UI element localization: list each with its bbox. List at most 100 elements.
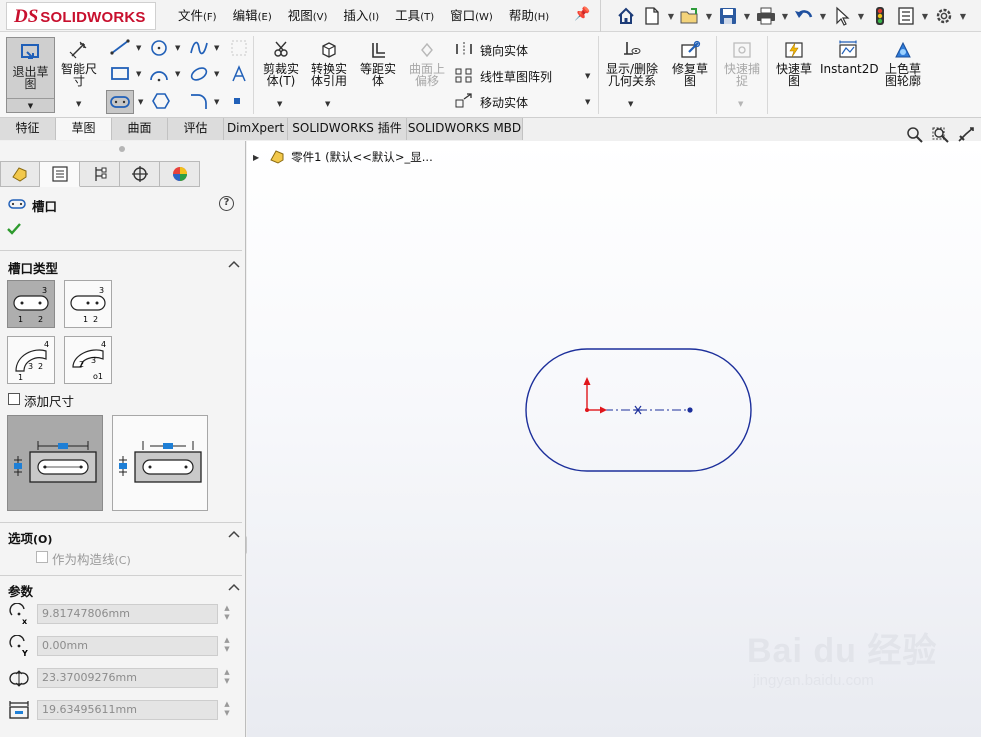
arc-dropdown-icon[interactable]: ▼ <box>175 70 180 78</box>
slot-dropdown-icon[interactable]: ▼ <box>138 98 143 106</box>
smart-dimension-dropdown-icon[interactable]: ▼ <box>76 100 81 108</box>
print-icon[interactable] <box>755 5 777 27</box>
polygon-tool-icon[interactable] <box>150 91 172 114</box>
repair-sketch-button[interactable]: 修复草图 <box>668 40 712 87</box>
graphics-area[interactable]: ▶ 零件1 (默认<<默认>_显... Bai du 经验 jingyan.ba… <box>247 127 981 737</box>
rapid-sketch-button[interactable]: 快速草图 <box>772 40 816 87</box>
configuration-manager-tab[interactable] <box>80 161 120 187</box>
tab-dimxpert[interactable]: DimXpert <box>224 118 288 140</box>
origin-point[interactable] <box>585 408 589 412</box>
move-entities-label[interactable]: 移动实体 <box>480 94 528 111</box>
print-dropdown-icon[interactable]: ▼ <box>781 12 789 21</box>
new-document-icon[interactable] <box>641 5 663 27</box>
open-folder-icon[interactable] <box>679 5 701 27</box>
trim-dropdown-icon[interactable]: ▼ <box>277 100 282 108</box>
tab-solidworks-addins[interactable]: SOLIDWORKS 插件 <box>288 118 407 140</box>
rectangle-dropdown-icon[interactable]: ▼ <box>136 70 141 78</box>
shaded-sketch-contours-button[interactable]: 上色草 图轮廓 <box>880 40 926 87</box>
straight-slot-button[interactable]: 1 2 3 <box>7 280 55 328</box>
spline-dropdown-icon[interactable]: ▼ <box>214 44 219 52</box>
linear-pattern-label[interactable]: 线性草图阵列 <box>480 68 552 85</box>
pin-menu-icon[interactable]: 📌 <box>574 7 590 22</box>
collapse-options-icon[interactable] <box>228 530 240 541</box>
center-y-spinner[interactable]: ▲ ▼ <box>221 636 233 656</box>
slot-type-header[interactable]: 槽口类型 <box>8 258 58 277</box>
line-dropdown-icon[interactable]: ▼ <box>136 44 141 52</box>
tab-features[interactable]: 特征 <box>0 118 56 140</box>
menu-edit[interactable]: 编辑(E) <box>225 0 280 32</box>
panel-grip[interactable] <box>119 146 125 152</box>
center-x-spinner[interactable]: ▲ ▼ <box>221 604 233 624</box>
relations-dropdown-icon[interactable]: ▼ <box>628 100 633 108</box>
rebuild-traffic-light-icon[interactable] <box>869 5 891 27</box>
solidworks-logo[interactable]: DS SOLIDWORKS <box>14 6 146 28</box>
new-dropdown-icon[interactable]: ▼ <box>667 12 675 21</box>
center-x-field[interactable]: 9.81747806mm <box>37 604 218 624</box>
exit-sketch-button[interactable]: 退出草图 ▼ <box>6 37 55 113</box>
mirror-entities-icon[interactable] <box>454 41 474 60</box>
offset-entities-button[interactable]: 等距实体 <box>356 40 400 87</box>
parameters-header[interactable]: 参数 <box>8 581 33 600</box>
save-dropdown-icon[interactable]: ▼ <box>743 12 751 21</box>
slot-length-spinner[interactable]: ▲ ▼ <box>221 700 233 720</box>
menu-view[interactable]: 视图(V) <box>280 0 336 32</box>
arc-tool-icon[interactable] <box>148 64 170 87</box>
trim-entities-button[interactable]: 剪裁实 体(T) <box>259 40 303 87</box>
tab-sketch[interactable]: 草图 <box>56 118 112 140</box>
quick-snaps-dropdown-icon[interactable]: ▼ <box>738 100 743 108</box>
tab-evaluate[interactable]: 评估 <box>168 118 224 140</box>
slot-length-field[interactable]: 19.63495611mm <box>37 700 218 720</box>
text-tool-icon[interactable] <box>230 64 248 87</box>
center-y-field[interactable]: 0.00mm <box>37 636 218 656</box>
overall-length-dimension-button[interactable] <box>7 415 103 511</box>
select-cursor-icon[interactable] <box>831 5 853 27</box>
circle-tool-icon[interactable] <box>148 38 170 61</box>
slot-midpoint-icon[interactable] <box>634 405 642 415</box>
menu-help[interactable]: 帮助(H) <box>501 0 557 32</box>
instant2d-button[interactable]: Instant2D <box>820 40 879 75</box>
move-dropdown-icon[interactable]: ▼ <box>585 98 590 106</box>
tab-surfaces[interactable]: 曲面 <box>112 118 168 140</box>
undo-icon[interactable] <box>793 5 815 27</box>
add-dimensions-checkbox[interactable] <box>8 393 20 405</box>
select-dropdown-icon[interactable]: ▼ <box>857 12 865 21</box>
collapse-parameters-icon[interactable] <box>228 583 240 594</box>
ellipse-dropdown-icon[interactable]: ▼ <box>214 70 219 78</box>
ellipse-tool-icon[interactable] <box>188 64 210 87</box>
tab-solidworks-mbd[interactable]: SOLIDWORKS MBD <box>407 118 523 140</box>
convert-entities-button[interactable]: 转换实 体引用 <box>307 40 351 87</box>
display-delete-relations-button[interactable]: 显示/删除 几何关系 <box>602 40 662 87</box>
point-tool-icon[interactable] <box>234 98 240 104</box>
slot-endpoint[interactable] <box>687 407 693 413</box>
line-tool-icon[interactable] <box>109 38 131 59</box>
mirror-entities-label[interactable]: 镜向实体 <box>480 42 528 59</box>
centerpoint-arc-slot-button[interactable]: 2 3 4 o1 <box>64 336 112 384</box>
center-to-center-dimension-button[interactable] <box>112 415 208 511</box>
dimxpert-manager-tab[interactable] <box>120 161 160 187</box>
save-icon[interactable] <box>717 5 739 27</box>
linear-pattern-dropdown-icon[interactable]: ▼ <box>585 72 590 80</box>
smart-dimension-button[interactable]: 智能尺寸 <box>58 40 100 87</box>
file-properties-icon[interactable] <box>895 5 917 27</box>
slot-width-spinner[interactable]: ▲ ▼ <box>221 668 233 688</box>
menu-file[interactable]: 文件(F) <box>170 0 225 32</box>
rectangle-tool-icon[interactable] <box>109 64 131 85</box>
menu-insert[interactable]: 插入(I) <box>335 0 387 32</box>
options-dropdown-icon[interactable]: ▼ <box>959 12 967 21</box>
ok-checkmark-icon[interactable] <box>6 221 22 240</box>
open-dropdown-icon[interactable]: ▼ <box>705 12 713 21</box>
offset-on-surface-button[interactable]: 曲面上 偏移 <box>405 40 449 87</box>
linear-pattern-icon[interactable] <box>454 67 474 86</box>
display-manager-tab[interactable] <box>160 161 200 187</box>
collapse-slot-type-icon[interactable] <box>228 260 240 271</box>
menu-window[interactable]: 窗口(W) <box>442 0 501 32</box>
menu-tools[interactable]: 工具(T) <box>387 0 442 32</box>
quick-snaps-button[interactable]: 快速捕捉 <box>720 40 764 87</box>
options-header[interactable]: 选项(O) <box>8 528 52 547</box>
centerpoint-straight-slot-button[interactable]: 12 3 <box>64 280 112 328</box>
slot-width-field[interactable]: 23.37009276mm <box>37 668 218 688</box>
move-entities-icon[interactable] <box>454 93 474 112</box>
fillet-dropdown-icon[interactable]: ▼ <box>214 98 219 106</box>
construction-geometry-checkbox[interactable] <box>36 551 48 563</box>
spline-tool-icon[interactable] <box>188 38 210 61</box>
